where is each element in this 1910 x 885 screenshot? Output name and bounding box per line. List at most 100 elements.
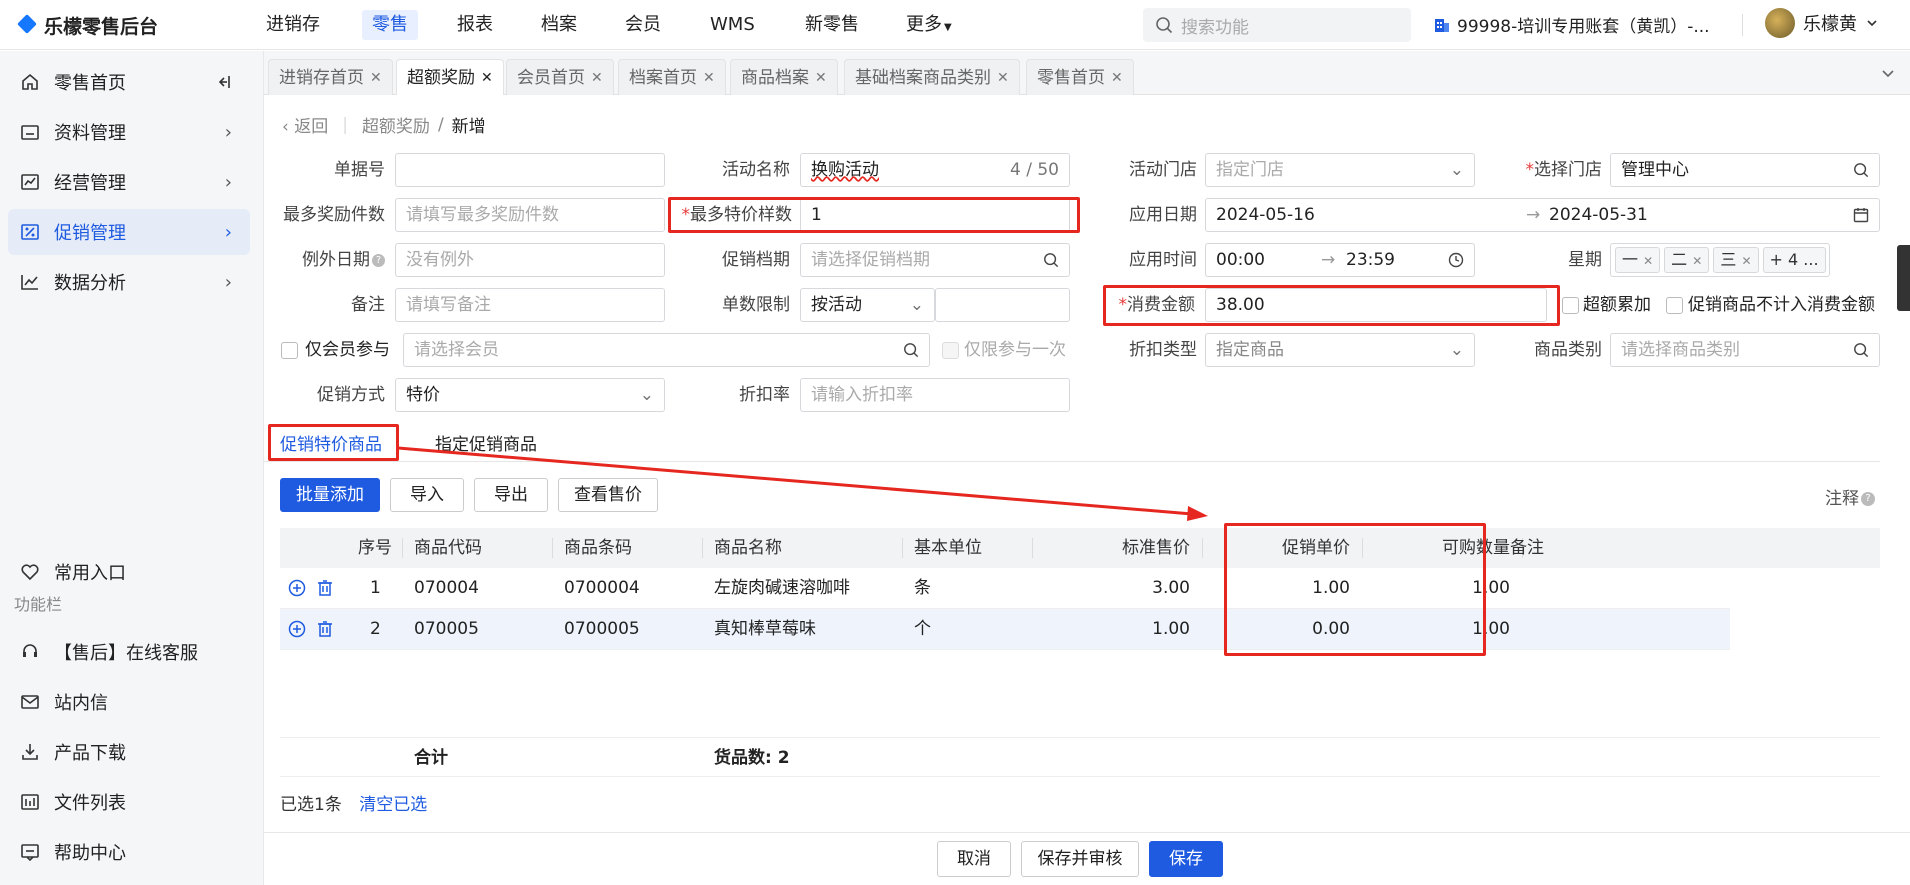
close-icon[interactable]: ✕	[1643, 254, 1653, 268]
discount-rate-input[interactable]: 请输入折扣率	[800, 378, 1070, 412]
tab-over-reward[interactable]: 超额奖励 ✕	[396, 59, 504, 95]
exception-date-input[interactable]: 没有例外	[395, 243, 665, 277]
app-logo[interactable]: 乐檬零售后台	[18, 12, 158, 39]
close-icon[interactable]: ✕	[1692, 254, 1702, 268]
breadcrumb-parent[interactable]: 超额奖励	[362, 112, 430, 137]
promo-period-input[interactable]: 请选择促销档期	[800, 243, 1070, 277]
weekday-tag[interactable]: 二 ✕	[1664, 247, 1710, 273]
activity-name-input[interactable]: 换购活动 4 / 50	[800, 153, 1070, 187]
sidebar-tool-downloads[interactable]: 产品下载	[8, 729, 250, 775]
subtab-assigned-goods[interactable]: 指定促销商品	[435, 428, 537, 462]
table-row[interactable]: 1 070004 0700004 左旋肉碱速溶咖啡 条 3.00 1.00 1.…	[280, 568, 1730, 609]
tab-retail-home[interactable]: 零售首页 ✕	[1026, 59, 1134, 95]
sidebar-item-promotion-management[interactable]: 促销管理 ›	[8, 209, 250, 255]
tab-member-home[interactable]: 会员首页 ✕	[506, 59, 614, 95]
view-price-button[interactable]: 查看售价	[558, 478, 658, 512]
subtab-promo-special[interactable]: 促销特价商品	[280, 428, 382, 462]
sidebar-tool-file-list[interactable]: 文件列表	[8, 779, 250, 825]
collapse-sidebar-icon[interactable]	[214, 73, 232, 91]
calendar-icon[interactable]	[1853, 199, 1869, 223]
remark-input[interactable]: 请填写备注	[395, 288, 665, 322]
weekday-tag[interactable]: 三 ✕	[1713, 247, 1759, 273]
category-input[interactable]: 请选择商品类别	[1610, 333, 1880, 367]
tab-product-category[interactable]: 基础档案商品类别 ✕	[844, 59, 1020, 95]
export-button[interactable]: 导出	[474, 478, 548, 512]
account-switcher[interactable]: 99998-培训专用账套（黄凯）-...	[1433, 12, 1710, 37]
save-and-audit-button[interactable]: 保存并审核	[1021, 841, 1139, 877]
nav-item-wms[interactable]: WMS	[700, 10, 765, 40]
select-store-input[interactable]: 管理中心	[1610, 153, 1880, 187]
add-row-icon[interactable]	[288, 579, 306, 597]
clear-selection-link[interactable]: 清空已选	[359, 795, 427, 815]
member-only-checkbox[interactable]	[281, 342, 298, 359]
sidebar-tool-help[interactable]: 帮助中心	[8, 829, 250, 875]
import-button[interactable]: 导入	[390, 478, 464, 512]
cell-qty[interactable]: 1.00	[1370, 568, 1510, 609]
member-select-input[interactable]: 请选择会员	[403, 333, 930, 367]
search-icon[interactable]	[1853, 154, 1869, 178]
nav-item-more[interactable]: 更多 ▼	[896, 10, 962, 40]
tab-product-archive[interactable]: 商品档案 ✕	[730, 59, 838, 95]
cell-promo-price[interactable]: 0.00	[1210, 609, 1350, 650]
close-icon[interactable]: ✕	[1111, 61, 1123, 95]
clock-icon[interactable]	[1448, 244, 1464, 268]
tab-archive-home[interactable]: 档案首页 ✕	[618, 59, 726, 95]
close-icon[interactable]: ✕	[703, 61, 715, 95]
question-icon[interactable]: ?	[372, 253, 385, 267]
order-limit-count-input[interactable]	[935, 288, 1070, 322]
close-icon[interactable]: ✕	[1741, 254, 1751, 268]
close-icon[interactable]: ✕	[997, 61, 1009, 95]
doc-no-input[interactable]	[395, 153, 665, 187]
nav-item-members[interactable]: 会员	[615, 10, 671, 40]
once-only-checkbox[interactable]	[942, 342, 959, 359]
sidebar-common-entry[interactable]: 常用入口	[8, 549, 250, 595]
tabs-dropdown-icon[interactable]	[1880, 65, 1896, 81]
max-special-count-input[interactable]: 1	[800, 198, 1070, 232]
notes-link[interactable]: 注释?	[1825, 484, 1875, 509]
nav-item-retail[interactable]: 零售	[362, 10, 418, 40]
exclude-promo-checkbox[interactable]	[1666, 297, 1683, 314]
side-handle[interactable]	[1897, 245, 1910, 311]
search-icon[interactable]	[1043, 244, 1059, 268]
activity-store-select[interactable]: 指定门店 ⌄	[1205, 153, 1475, 187]
search-input[interactable]: 搜索功能	[1143, 8, 1411, 42]
save-button[interactable]: 保存	[1149, 841, 1223, 877]
nav-item-archives[interactable]: 档案	[531, 10, 587, 40]
over-accumulate-checkbox[interactable]	[1562, 297, 1579, 314]
apply-time-range[interactable]: 00:00 → 23:59	[1205, 243, 1475, 277]
apply-date-range[interactable]: 2024-05-16 → 2024-05-31	[1205, 198, 1880, 232]
weekday-select[interactable]: 一 ✕ 二 ✕ 三 ✕ + 4 ...	[1610, 243, 1830, 277]
sidebar-tool-messages[interactable]: 站内信	[8, 679, 250, 725]
add-row-icon[interactable]	[288, 620, 306, 638]
order-limit-select[interactable]: 按活动 ⌄	[800, 288, 935, 322]
nav-item-new-retail[interactable]: 新零售	[795, 10, 869, 40]
sidebar-item-data-analysis[interactable]: 数据分析 ›	[8, 259, 250, 305]
search-icon[interactable]	[1853, 334, 1869, 358]
cell-promo-price[interactable]: 1.00	[1210, 568, 1350, 609]
sidebar-item-business-management[interactable]: 经营管理 ›	[8, 159, 250, 205]
weekday-tag[interactable]: 一 ✕	[1615, 247, 1661, 273]
cell-qty[interactable]: 1.00	[1370, 609, 1510, 650]
close-icon[interactable]: ✕	[481, 61, 493, 95]
close-icon[interactable]: ✕	[370, 61, 382, 95]
batch-add-button[interactable]: 批量添加	[280, 478, 380, 512]
table-row[interactable]: 2 070005 0700005 真知棒草莓味 个 1.00 0.00 1.00	[280, 609, 1730, 650]
delete-row-icon[interactable]	[316, 620, 334, 638]
user-menu[interactable]: 乐檬黄	[1765, 8, 1879, 38]
back-link[interactable]: ‹ 返回	[282, 112, 328, 137]
sidebar-item-data-management[interactable]: 资料管理 ›	[8, 109, 250, 155]
discount-type-select[interactable]: 指定商品 ⌄	[1205, 333, 1475, 367]
nav-item-inventory[interactable]: 进销存	[256, 10, 330, 40]
cancel-button[interactable]: 取消	[937, 841, 1011, 877]
consume-amount-input[interactable]: 38.00	[1205, 288, 1547, 322]
tab-inventory-home[interactable]: 进销存首页 ✕	[268, 59, 393, 95]
max-reward-qty-input[interactable]: 请填写最多奖励件数	[395, 198, 665, 232]
close-icon[interactable]: ✕	[815, 61, 827, 95]
weekday-more-tag[interactable]: + 4 ...	[1762, 247, 1826, 273]
close-icon[interactable]: ✕	[591, 61, 603, 95]
promo-method-select[interactable]: 特价 ⌄	[395, 378, 665, 412]
sidebar-tool-online-service[interactable]: 【售后】在线客服	[8, 629, 250, 675]
delete-row-icon[interactable]	[316, 579, 334, 597]
nav-item-reports[interactable]: 报表	[447, 10, 503, 40]
search-icon[interactable]	[903, 334, 919, 358]
